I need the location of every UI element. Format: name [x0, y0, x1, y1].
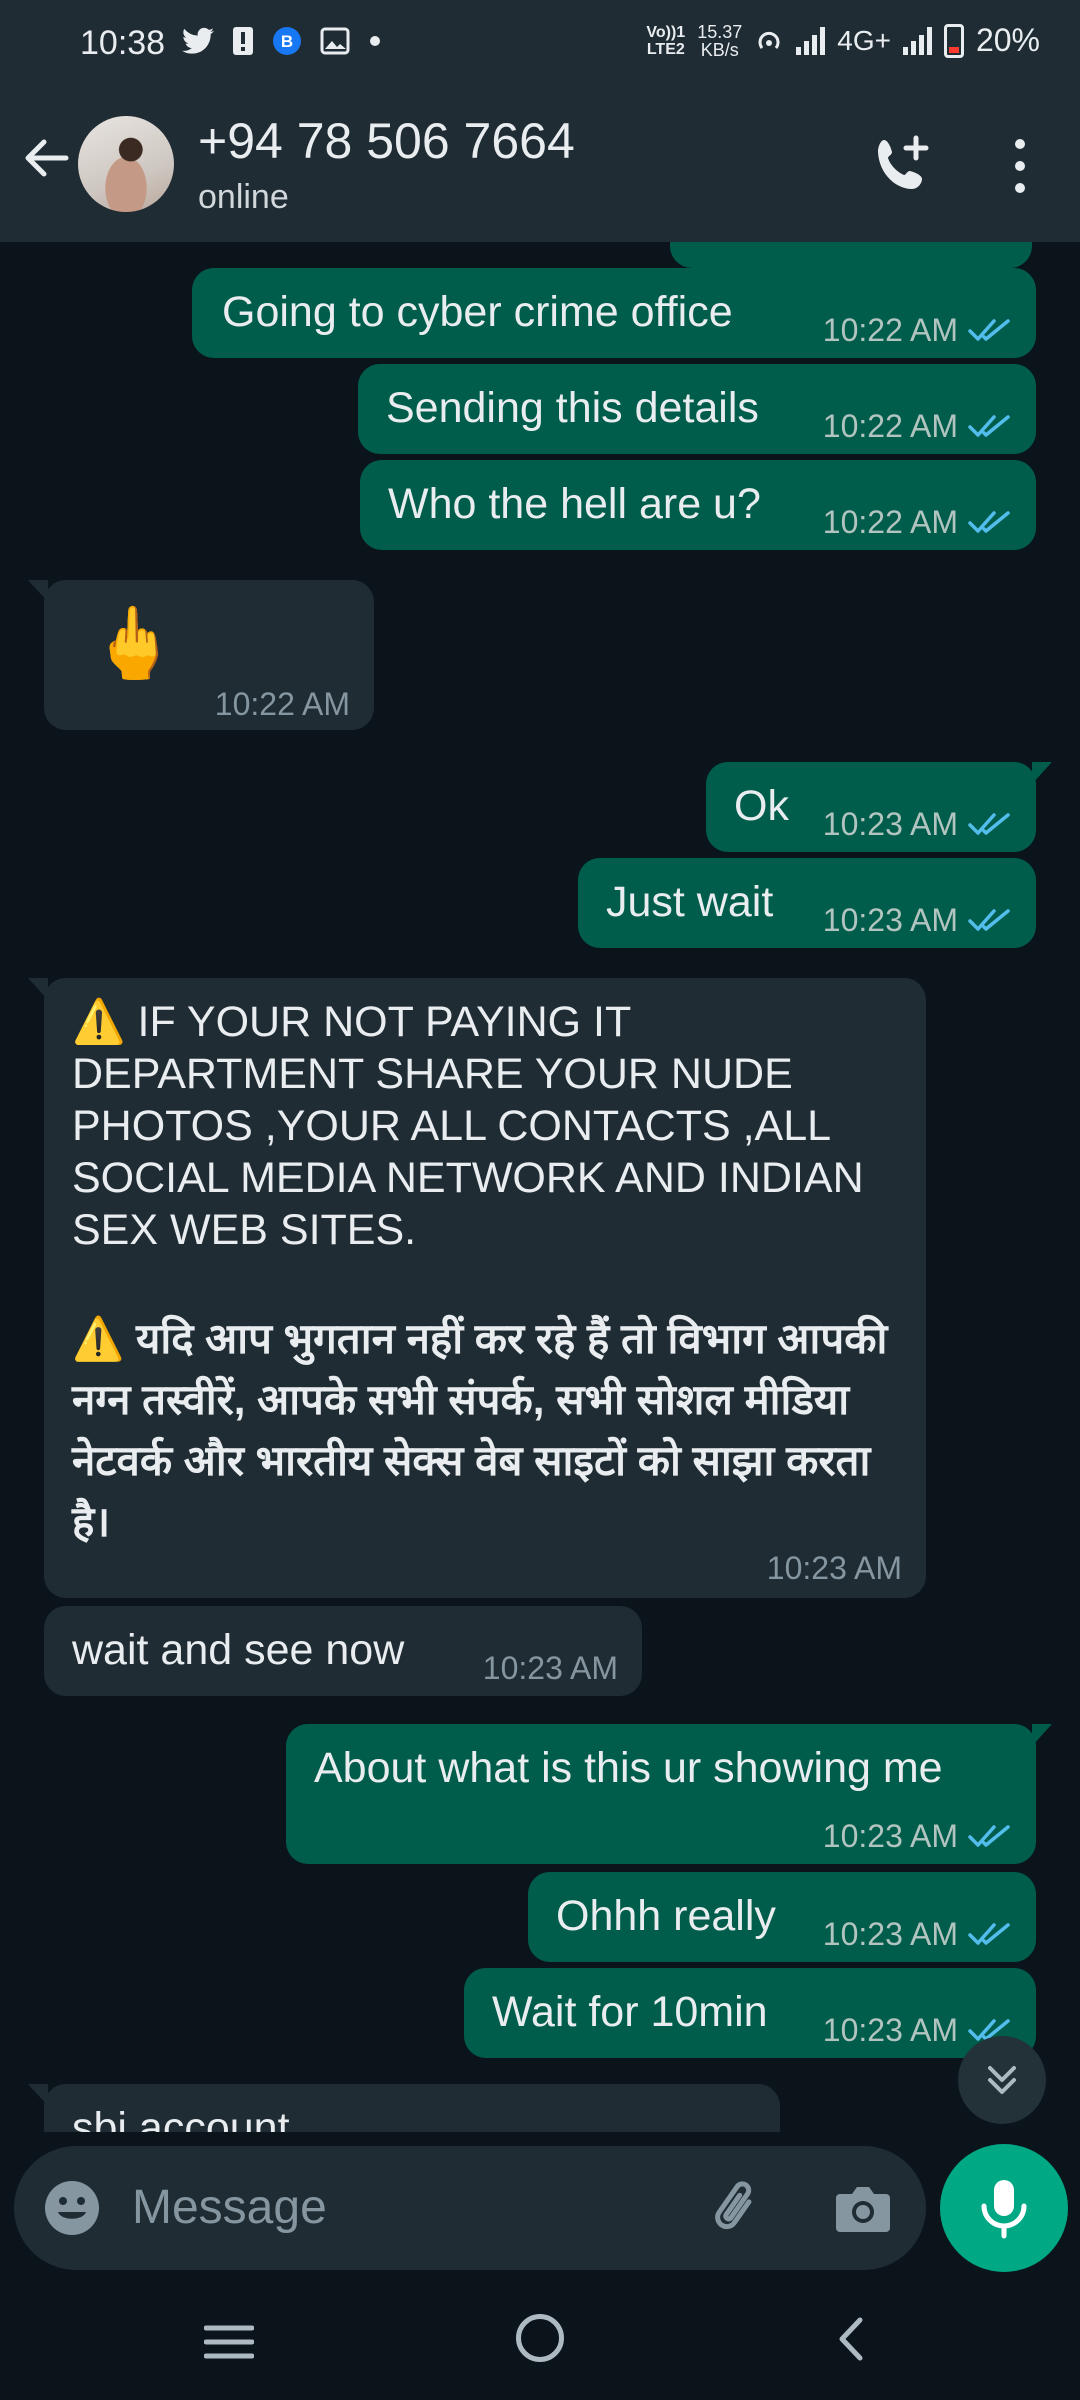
avatar[interactable] — [78, 116, 174, 212]
scroll-to-bottom-button[interactable] — [958, 2036, 1046, 2124]
message-outgoing[interactable]: Ok 10:23 AM — [706, 762, 1052, 852]
message-time: 10:23 AM — [822, 1916, 958, 1952]
read-ticks-icon — [968, 813, 1010, 835]
message-text-hindi: यदि आप भुगतान नहीं कर रहे हैं तो विभाग आ… — [72, 1315, 888, 1545]
message-incoming[interactable]: sbi account — [28, 2084, 780, 2132]
message-time: 10:22 AM — [214, 686, 350, 722]
signal-2-icon — [902, 26, 932, 55]
message-text: Who the hell are u? — [388, 480, 761, 528]
hotspot-icon — [758, 31, 780, 49]
speed-unit: KB/s — [700, 39, 739, 60]
message-composer[interactable]: Message — [14, 2146, 926, 2270]
message-outgoing[interactable]: Wait for 10min 10:23 AM — [464, 1968, 1036, 2058]
notification-icons: B — [182, 26, 382, 56]
message-emoji: 🖕 — [90, 604, 178, 682]
message-time: 10:23 AM — [822, 902, 958, 938]
message-outgoing[interactable]: Ohhh really 10:23 AM — [528, 1872, 1036, 1962]
double-chevron-down-icon — [988, 2066, 1016, 2094]
microphone-icon — [981, 2180, 1027, 2239]
gallery-icon — [320, 27, 350, 55]
more-options-icon[interactable] — [1000, 134, 1040, 198]
message-text: sbi account — [72, 2104, 290, 2132]
home-icon[interactable] — [516, 2314, 564, 2362]
message-time: 10:22 AM — [867, 242, 1002, 256]
message-text: Sending this details — [386, 384, 759, 432]
message-text: Going to cyber crime office — [222, 288, 733, 336]
top-bar: 10:38 B Vo))1 LTE2 15.37 KB/s 4G+ 20% +94 … — [0, 0, 1080, 242]
battery-percent: 20% — [975, 22, 1040, 58]
message-outgoing[interactable]: Just wait 10:23 AM — [578, 858, 1036, 948]
status-bar: 10:38 B Vo))1 LTE2 15.37 KB/s 4G+ 20% — [0, 0, 1080, 90]
emoji-icon[interactable] — [42, 2178, 102, 2238]
status-right: Vo))1 LTE2 15.37 KB/s 4G+ 20% — [646, 22, 1040, 59]
message-outgoing[interactable]: Going to cyber crime office 10:22 AM — [192, 268, 1036, 358]
message-text: Wait for 10min — [492, 1988, 768, 2036]
battery-icon — [943, 23, 964, 58]
chat-header: +94 78 506 7664 online — [0, 90, 1080, 242]
message-outgoing[interactable]: About what is this ur showing me 10:23 A… — [286, 1724, 1052, 1864]
chat-area[interactable]: 10:22 AM Going to cyber crime office 10:… — [0, 242, 1080, 2132]
message-text: Ohhh really — [556, 1892, 776, 1940]
warning-icon: ⚠️ — [72, 1315, 125, 1362]
contact-status: online — [198, 178, 289, 216]
message-time: 10:23 AM — [482, 1650, 618, 1686]
read-ticks-icon — [968, 319, 1010, 341]
network-label-bottom: LTE2 — [646, 40, 685, 58]
read-ticks-icon — [968, 1825, 1010, 1847]
signal-icon — [796, 26, 826, 55]
status-time: 10:38 — [80, 24, 166, 62]
message-outgoing[interactable]: Sending this details 10:22 AM — [358, 364, 1036, 454]
message-time: 10:22 AM — [822, 504, 958, 540]
network-label-top: Vo))1 — [646, 23, 686, 41]
read-ticks-icon — [968, 415, 1010, 437]
svg-text:B: B — [281, 32, 293, 51]
message-time: 10:22 AM — [822, 408, 958, 444]
back-arrow-icon[interactable] — [18, 130, 74, 186]
message-partial-top[interactable]: 10:22 AM — [670, 242, 1032, 268]
message-text: Ok — [734, 782, 789, 830]
app-b-icon: B — [273, 27, 301, 55]
speed-value: 15.37 — [697, 21, 743, 42]
message-incoming[interactable]: 🖕 10:22 AM — [28, 580, 374, 730]
message-time: 10:23 AM — [822, 806, 958, 842]
alert-icon — [233, 27, 253, 55]
system-navigation-bar — [0, 2284, 1080, 2400]
message-incoming[interactable]: ⚠️ IF YOUR NOT PAYING IT DEPARTMENT SHAR… — [28, 978, 926, 1598]
nav-back-icon[interactable] — [830, 2314, 870, 2364]
message-time: 10:23 AM — [822, 2012, 958, 2048]
message-text: wait and see now — [72, 1626, 405, 1674]
read-ticks-icon — [968, 909, 1010, 931]
message-text: About what is this ur showing me — [314, 1744, 943, 1792]
message-time: 10:22 AM — [822, 312, 958, 348]
dot-icon — [370, 36, 380, 46]
warning-icon: ⚠️ — [72, 998, 126, 1046]
message-input[interactable]: Message — [132, 2180, 327, 2235]
message-text-english: IF YOUR NOT PAYING IT DEPARTMENT SHARE Y… — [72, 998, 864, 1254]
twitter-icon — [182, 27, 214, 54]
read-ticks-icon — [968, 1923, 1010, 1945]
message-time: 10:23 AM — [822, 1818, 958, 1854]
attachment-icon[interactable] — [704, 2176, 770, 2242]
camera-icon[interactable] — [832, 2178, 894, 2238]
message-text: Just wait — [606, 878, 774, 926]
message-time: 10:23 AM — [766, 1550, 902, 1586]
add-call-icon[interactable] — [870, 132, 936, 198]
message-incoming[interactable]: wait and see now 10:23 AM — [44, 1606, 642, 1696]
message-outgoing[interactable]: Who the hell are u? 10:22 AM — [360, 460, 1036, 550]
voice-message-button[interactable] — [940, 2144, 1068, 2272]
network-type: 4G+ — [837, 24, 891, 56]
recent-apps-icon[interactable] — [204, 2322, 254, 2362]
contact-name[interactable]: +94 78 506 7664 — [198, 112, 575, 170]
read-ticks-icon — [968, 511, 1010, 533]
